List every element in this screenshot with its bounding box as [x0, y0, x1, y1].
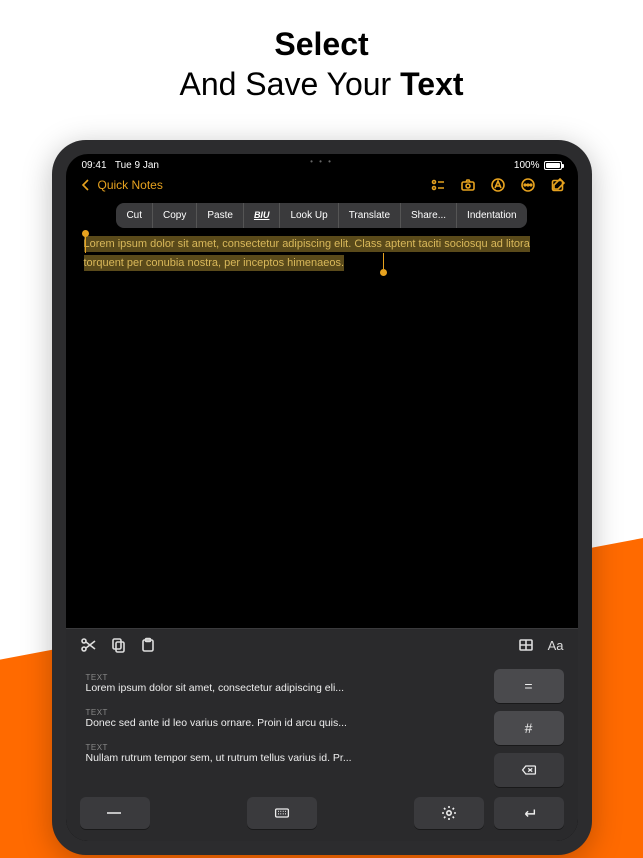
key-settings[interactable] — [414, 797, 484, 829]
notch-dots: • • • — [310, 157, 333, 166]
hero-line1: Select — [0, 24, 643, 64]
selection-handle-end[interactable] — [380, 269, 387, 276]
kb-body: TEXT Lorem ipsum dolor sit amet, consect… — [66, 661, 578, 791]
snippet-label: TEXT — [86, 708, 478, 717]
camera-icon[interactable] — [460, 177, 476, 193]
hero-line2: And Save Your Text — [0, 64, 643, 104]
snippet-label: TEXT — [86, 673, 478, 682]
selection[interactable]: Lorem ipsum dolor sit amet, consectetur … — [84, 234, 560, 272]
back-button[interactable]: Quick Notes — [78, 177, 163, 193]
cm-copy[interactable]: Copy — [153, 203, 197, 228]
markup-icon[interactable] — [490, 177, 506, 193]
key-keyboard[interactable] — [247, 797, 317, 829]
text-format-button[interactable]: Aa — [548, 638, 564, 653]
key-return[interactable] — [494, 797, 564, 829]
snippet-label: TEXT — [86, 743, 478, 752]
snippet-text: Nullam rutrum tempor sem, ut rutrum tell… — [86, 752, 478, 764]
more-icon[interactable] — [520, 177, 536, 193]
key-equals[interactable]: = — [494, 669, 564, 703]
hero: Select And Save Your Text — [0, 0, 643, 104]
snippet-item[interactable]: TEXT Lorem ipsum dolor sit amet, consect… — [80, 669, 484, 698]
status-date: Tue 9 Jan — [115, 160, 159, 171]
tablet-frame: • • • 09:41 Tue 9 Jan 100% Quick Notes — [52, 140, 592, 855]
cm-share[interactable]: Share... — [401, 203, 457, 228]
cm-paste[interactable]: Paste — [197, 203, 244, 228]
note-editor[interactable]: Cut Copy Paste BIU Look Up Translate Sha… — [66, 203, 578, 628]
snippet-item[interactable]: TEXT Donec sed ante id leo varius ornare… — [80, 704, 484, 733]
clipboard-paste-icon[interactable] — [140, 637, 156, 653]
compose-icon[interactable] — [550, 177, 566, 193]
appbar-actions — [430, 177, 566, 193]
clipboard-copy-icon[interactable] — [110, 637, 126, 653]
snippets-list: TEXT Lorem ipsum dolor sit amet, consect… — [80, 669, 484, 787]
status-left: 09:41 Tue 9 Jan — [82, 160, 159, 171]
battery-pct: 100% — [514, 160, 540, 171]
table-icon[interactable] — [518, 637, 534, 653]
status-right: 100% — [510, 160, 562, 171]
context-menu: Cut Copy Paste BIU Look Up Translate Sha… — [116, 203, 526, 228]
kb-bottom-row — [66, 791, 578, 841]
app-bar: Quick Notes — [66, 171, 578, 203]
cm-indentation[interactable]: Indentation — [457, 203, 527, 228]
status-time: 09:41 — [82, 160, 107, 171]
key-hash[interactable]: # — [494, 711, 564, 745]
cm-format[interactable]: BIU — [244, 203, 281, 228]
back-label: Quick Notes — [98, 178, 163, 192]
cm-translate[interactable]: Translate — [339, 203, 401, 228]
cm-lookup[interactable]: Look Up — [280, 203, 338, 228]
snippet-text: Donec sed ante id leo varius ornare. Pro… — [86, 717, 478, 729]
cm-cut[interactable]: Cut — [116, 203, 153, 228]
kb-toolbar: Aa — [66, 629, 578, 661]
key-tab[interactable] — [80, 797, 150, 829]
scissors-icon[interactable] — [80, 637, 96, 653]
keyboard-panel: Aa TEXT Lorem ipsum dolor sit amet, cons… — [66, 628, 578, 841]
screen: • • • 09:41 Tue 9 Jan 100% Quick Notes — [66, 154, 578, 841]
key-backspace[interactable] — [494, 753, 564, 787]
checklist-icon[interactable] — [430, 177, 446, 193]
selection-handle-start[interactable] — [82, 230, 89, 237]
battery-icon — [544, 161, 562, 170]
snippet-text: Lorem ipsum dolor sit amet, consectetur … — [86, 682, 478, 694]
chevron-left-icon — [78, 177, 94, 193]
side-keys: = # — [494, 669, 564, 787]
snippet-item[interactable]: TEXT Nullam rutrum tempor sem, ut rutrum… — [80, 739, 484, 768]
selected-text[interactable]: Lorem ipsum dolor sit amet, consectetur … — [84, 236, 530, 271]
